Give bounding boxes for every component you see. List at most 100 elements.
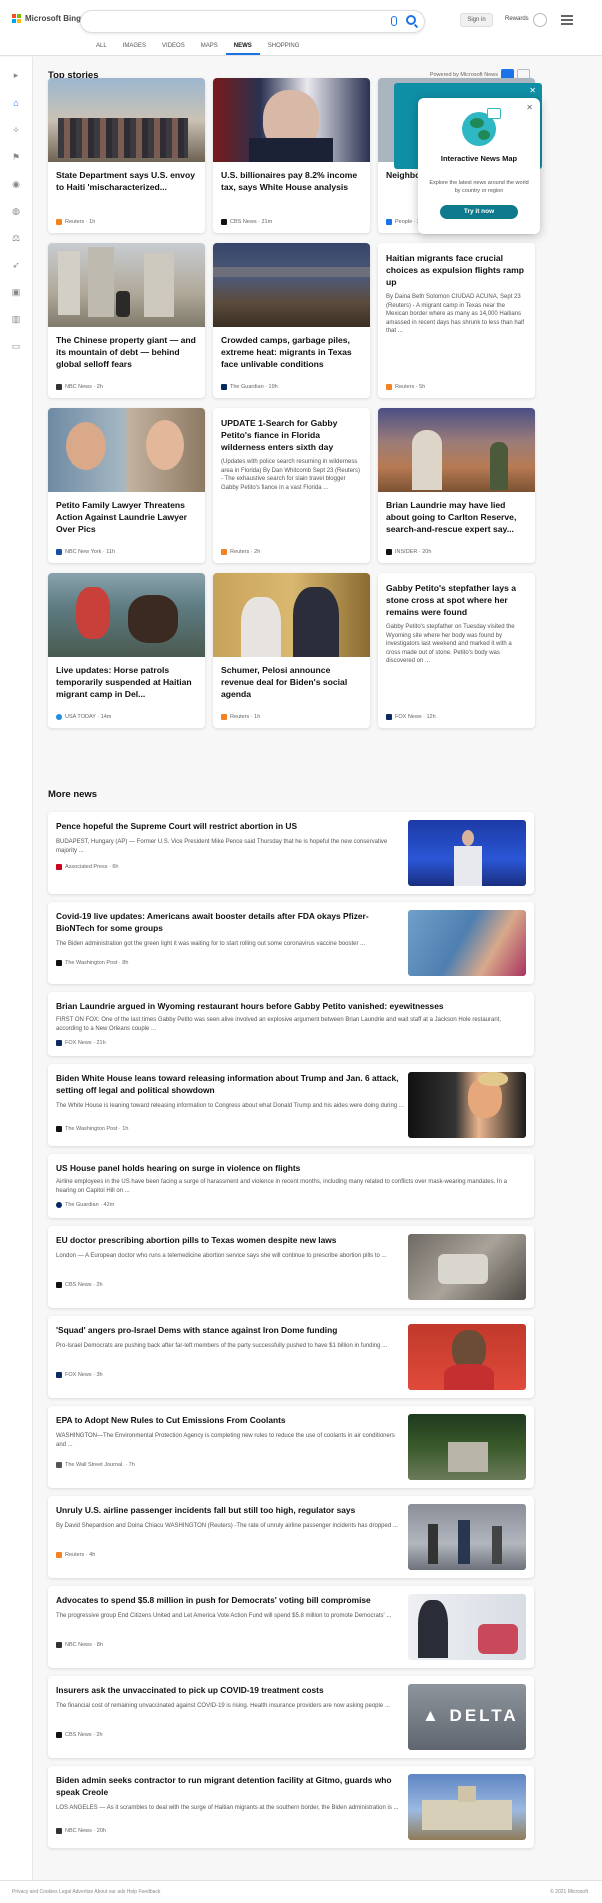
story-source: FOX News · 21h (56, 1040, 106, 1046)
copyright: © 2021 Microsoft (550, 1889, 588, 1895)
sparkle-icon[interactable]: ✧ (10, 124, 22, 136)
rewards-link[interactable]: Rewards (505, 16, 529, 22)
more-news-item[interactable]: Unruly U.S. airline passenger incidents … (48, 1496, 534, 1578)
story-source: FOX News · 12h (386, 714, 436, 720)
story-snippet: London — A European doctor who runs a te… (56, 1253, 387, 1259)
mic-icon[interactable] (391, 16, 397, 26)
story-title: Biden admin seeks contractor to run migr… (56, 1775, 392, 1797)
tab-videos[interactable]: VIDEOS (154, 41, 193, 55)
tab-maps[interactable]: MAPS (193, 41, 226, 55)
story-source: INSIDER · 20h (386, 549, 431, 555)
more-news-item[interactable]: Biden admin seeks contractor to run migr… (48, 1766, 534, 1848)
flag-icon[interactable]: ⚑ (10, 151, 22, 163)
story-source: Reuters · 2h (221, 549, 260, 555)
location-pin-icon[interactable]: ◉ (10, 178, 22, 190)
tab-shopping[interactable]: SHOPPING (260, 41, 308, 55)
story-source: FOX News · 3h (56, 1372, 103, 1378)
bank-icon[interactable]: ▥ (10, 313, 22, 325)
more-news-item[interactable]: US House panel holds hearing on surge in… (48, 1154, 534, 1218)
story-title: U.S. billionaires pay 8.2% income tax, s… (221, 170, 358, 192)
bing-logo[interactable]: Microsoft Bing (12, 14, 81, 23)
more-news-item[interactable]: Advocates to spend $5.8 million in push … (48, 1586, 534, 1668)
story-source: Reuters · 1h (221, 714, 260, 720)
news-card[interactable]: Crowded camps, garbage piles, extreme he… (213, 243, 370, 398)
story-thumbnail (408, 820, 526, 886)
left-sidebar: ▸ ⌂ ✧ ⚑ ◉ ◍ ⚖ ➶ ▣ ▥ ▭ (0, 57, 33, 1903)
story-snippet: By David Shepardson and Doina Chiacu WAS… (56, 1523, 398, 1529)
more-news-item[interactable]: 'Squad' angers pro-Israel Dems with stan… (48, 1316, 534, 1398)
story-thumbnail (408, 1234, 526, 1300)
story-thumbnail (408, 1414, 526, 1480)
more-news-item[interactable]: EPA to Adopt New Rules to Cut Emissions … (48, 1406, 534, 1488)
story-source: Associated Press · 6h (56, 864, 119, 870)
tab-all[interactable]: ALL (88, 41, 115, 55)
news-card[interactable]: Brian Laundrie may have lied about going… (378, 408, 535, 563)
story-title: UPDATE 1-Search for Gabby Petito's fianc… (221, 418, 338, 452)
story-snippet: BUDAPEST, Hungary (AP) — Former U.S. Vic… (56, 839, 388, 854)
story-source: The Washington Post · 8h (56, 960, 128, 966)
story-title: Pence hopeful the Supreme Court will res… (56, 821, 298, 831)
more-news-item[interactable]: Covid-19 live updates: Americans await b… (48, 902, 534, 984)
story-thumbnail (408, 1324, 526, 1390)
story-source: NBC News · 8h (56, 1642, 103, 1648)
news-card[interactable]: U.S. billionaires pay 8.2% income tax, s… (213, 78, 370, 233)
news-card[interactable]: Haitian migrants face crucial choices as… (378, 243, 535, 398)
footer-links[interactable]: Privacy and Cookies Legal Advertise Abou… (12, 1889, 160, 1895)
more-news-item[interactable]: Brian Laundrie argued in Wyoming restaur… (48, 992, 534, 1056)
rocket-icon[interactable]: ➶ (10, 259, 22, 271)
story-image (48, 573, 205, 657)
story-image (48, 243, 205, 327)
tab-images[interactable]: IMAGES (115, 41, 154, 55)
news-card[interactable]: Schumer, Pelosi announce revenue deal fo… (213, 573, 370, 728)
story-title: EU doctor prescribing abortion pills to … (56, 1235, 337, 1245)
story-image (48, 78, 205, 162)
story-image (48, 408, 205, 492)
home-icon[interactable]: ⌂ (10, 97, 22, 109)
story-source: CBS News · 2h (56, 1282, 103, 1288)
expand-chevron-icon[interactable]: ▸ (10, 69, 22, 81)
try-it-now-button[interactable]: Try it now (440, 205, 518, 219)
story-snippet: The White House is leaning toward releas… (56, 1103, 404, 1109)
news-card[interactable]: UPDATE 1-Search for Gabby Petito's fianc… (213, 408, 370, 563)
news-map-popup: ✕ Interactive News Map Explore the lates… (418, 98, 540, 234)
story-thumbnail (408, 1504, 526, 1570)
film-icon[interactable]: ▣ (10, 286, 22, 298)
story-source: Reuters · 4h (56, 1552, 95, 1558)
more-news-item[interactable]: EU doctor prescribing abortion pills to … (48, 1226, 534, 1308)
top-header: Microsoft Bing Sign in Rewards ALL IMAGE… (0, 0, 602, 56)
trophy-icon[interactable] (533, 13, 547, 27)
news-card[interactable]: Gabby Petito's stepfather lays a stone c… (378, 573, 535, 728)
card-icon[interactable]: ▭ (10, 340, 22, 352)
brand-name: Microsoft Bing (25, 14, 81, 23)
search-icon[interactable] (406, 15, 416, 25)
more-news-item[interactable]: Pence hopeful the Supreme Court will res… (48, 812, 534, 894)
story-image (213, 243, 370, 327)
story-source: NBC New York · 11h (56, 549, 115, 555)
story-snippet: The financial cost of remaining unvaccin… (56, 1703, 390, 1709)
news-card[interactable]: State Department says U.S. envoy to Hait… (48, 78, 205, 233)
more-news-item[interactable]: Biden White House leans toward releasing… (48, 1064, 534, 1146)
story-snippet: The progressive group End Citizens Unite… (56, 1613, 392, 1619)
globe-icon[interactable]: ◍ (10, 205, 22, 217)
story-source: The Guardian · 19h (221, 384, 278, 390)
story-source: Reuters · 1h (56, 219, 95, 225)
close-icon[interactable]: ✕ (529, 86, 536, 95)
story-image (213, 573, 370, 657)
hamburger-menu-icon[interactable] (561, 15, 573, 25)
news-card[interactable]: Petito Family Lawyer Threatens Action Ag… (48, 408, 205, 563)
more-news-item[interactable]: Insurers ask the unvaccinated to pick up… (48, 1676, 534, 1758)
story-title: US House panel holds hearing on surge in… (56, 1163, 301, 1173)
close-icon[interactable]: ✕ (526, 103, 533, 112)
news-card[interactable]: The Chinese property giant — and its mou… (48, 243, 205, 398)
story-source: CBS News · 21m (221, 219, 272, 225)
balance-icon[interactable]: ⚖ (10, 232, 22, 244)
story-title: Brian Laundrie may have lied about going… (386, 500, 517, 534)
story-title: State Department says U.S. envoy to Hait… (56, 170, 195, 192)
story-source: Reuters · 5h (386, 384, 425, 390)
tab-news[interactable]: NEWS (225, 41, 260, 55)
sign-in-button[interactable]: Sign in (460, 13, 493, 27)
story-snippet: Airline employees in the US have been fa… (56, 1179, 507, 1194)
story-image (213, 78, 370, 162)
search-input[interactable] (80, 10, 425, 33)
news-card[interactable]: Live updates: Horse patrols temporarily … (48, 573, 205, 728)
